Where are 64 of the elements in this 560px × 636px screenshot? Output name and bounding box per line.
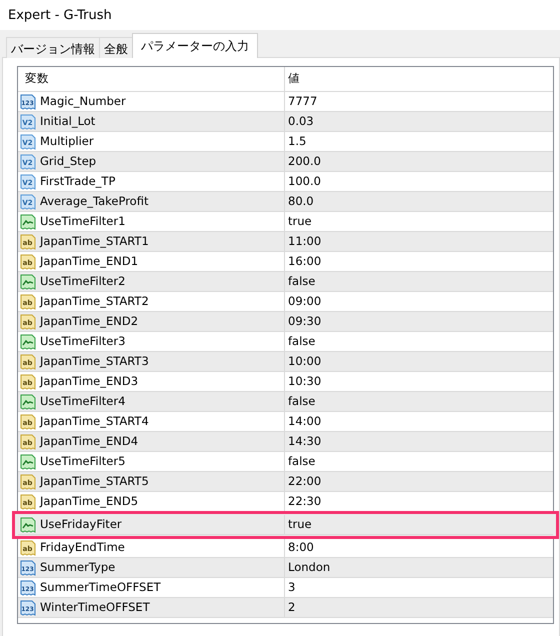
tab[interactable]: 全般 [99, 37, 133, 58]
parameter-value[interactable]: 16:00 [288, 252, 322, 270]
boolean-type-icon [20, 214, 36, 230]
parameter-value[interactable]: 3 [288, 578, 296, 596]
parameter-name: JapanTime_END3 [40, 372, 138, 390]
parameter-value[interactable]: 14:00 [288, 412, 322, 430]
parameter-value[interactable]: false [288, 392, 316, 410]
parameter-value[interactable]: 200.0 [288, 152, 321, 170]
parameter-value[interactable]: 1.5 [288, 132, 306, 150]
parameter-name: JapanTime_END5 [40, 492, 138, 510]
parameter-value[interactable]: 8:00 [288, 538, 314, 556]
parameter-value[interactable]: 14:30 [288, 432, 322, 450]
parameter-name: JapanTime_START2 [40, 292, 149, 310]
parameter-name: Multiplier [40, 132, 94, 150]
parameter-value[interactable]: 22:00 [288, 472, 322, 490]
column-header[interactable]: 変数 [18, 67, 285, 92]
parameter-name: JapanTime_START3 [40, 352, 149, 370]
parameter-name: UseFridayFiter [40, 516, 122, 533]
parameter-name: Initial_Lot [40, 112, 96, 130]
parameter-name: UseTimeFilter1 [40, 212, 126, 230]
parameter-name: WinterTimeOFFSET [40, 598, 150, 616]
parameter-name: JapanTime_START4 [40, 412, 149, 430]
boolean-type-icon [20, 516, 36, 532]
parameter-name: UseTimeFilter2 [40, 272, 126, 290]
parameter-value[interactable]: 0.03 [288, 112, 314, 130]
tab[interactable]: バージョン情報 [6, 37, 100, 58]
parameter-value[interactable]: false [288, 332, 316, 350]
parameter-value[interactable]: 7777 [288, 92, 318, 110]
parameter-name: JapanTime_END4 [40, 432, 138, 450]
parameter-value[interactable]: London [288, 558, 330, 576]
parameter-value[interactable]: true [288, 516, 312, 534]
parameter-name: SummerType [40, 558, 116, 576]
boolean-type-icon [20, 394, 36, 410]
parameter-name: Grid_Step [40, 152, 96, 170]
parameter-value[interactable]: 10:00 [288, 352, 322, 370]
parameter-name: JapanTime_START1 [40, 232, 149, 250]
parameter-value[interactable]: 100.0 [288, 172, 321, 190]
parameter-name: JapanTime_END1 [40, 252, 138, 270]
boolean-type-icon [20, 274, 36, 290]
parameter-value[interactable]: 09:00 [288, 292, 322, 310]
tab[interactable]: パラメーターの入力 [132, 33, 258, 58]
parameter-name: UseTimeFilter4 [40, 392, 126, 410]
window-title: Expert - G-Trush [8, 8, 112, 23]
parameter-value[interactable]: 80.0 [288, 192, 314, 210]
parameter-name: UseTimeFilter5 [40, 452, 126, 470]
parameter-name: JapanTime_END2 [40, 312, 138, 330]
parameter-value[interactable]: 10:30 [288, 372, 322, 390]
parameter-name: SummerTimeOFFSET [40, 578, 161, 596]
parameter-name: Average_TakeProfit [40, 192, 148, 210]
parameter-value[interactable]: 09:30 [288, 312, 322, 330]
boolean-type-icon [20, 334, 36, 350]
parameter-value[interactable]: 22:30 [288, 492, 322, 510]
parameter-value[interactable]: 11:00 [288, 232, 322, 250]
parameter-value[interactable]: false [288, 272, 316, 290]
parameter-name: UseTimeFilter3 [40, 332, 126, 350]
boolean-type-icon [20, 454, 36, 470]
parameter-value[interactable]: false [288, 452, 316, 470]
parameter-name: FirstTrade_TP [40, 172, 116, 190]
parameter-name: FridayEndTime [40, 538, 125, 556]
parameter-value[interactable]: 2 [288, 598, 296, 616]
parameter-name: Magic_Number [40, 92, 126, 110]
parameter-value[interactable]: true [288, 212, 312, 230]
column-header[interactable]: 値 [285, 67, 553, 92]
parameter-name: JapanTime_START5 [40, 472, 149, 490]
